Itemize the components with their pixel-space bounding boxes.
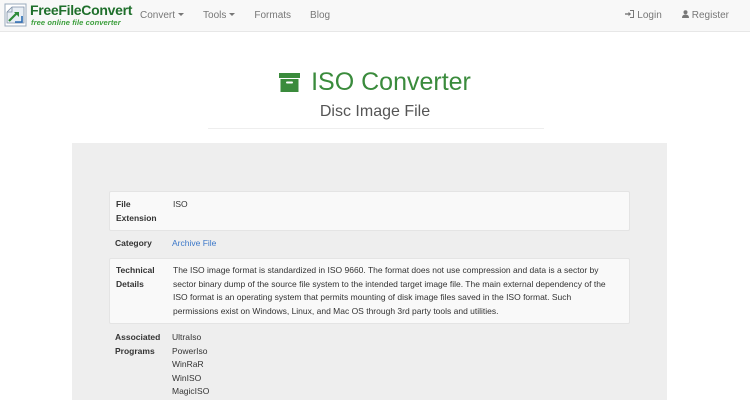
category-value: Archive File	[172, 237, 624, 251]
technical-line: sector binary dump of the source file sy…	[173, 278, 606, 289]
archive-box-icon	[279, 72, 301, 92]
category-archive-link[interactable]: Archive File	[172, 238, 216, 248]
programs-list: UltraIso PowerIso WinRaR WinISO MagicISO	[172, 331, 624, 399]
account-nav: Login Register	[605, 0, 729, 32]
programs-label: Associated Programs	[115, 331, 160, 358]
category-label: Category	[115, 238, 152, 248]
extension-value: ISO	[173, 199, 188, 209]
nav-blog-link[interactable]: Blog	[310, 0, 330, 32]
freefileconvert-logo-icon	[4, 3, 27, 27]
extension-label: File Extension	[116, 198, 157, 225]
nav-register-label: Register	[691, 10, 729, 21]
program-item: UltraIso	[172, 332, 202, 342]
technical-label: Technical Details	[116, 264, 155, 291]
programs-label-line1: Associated	[115, 332, 161, 342]
nav-login-link[interactable]: Login	[625, 0, 662, 32]
extension-label-line2: Extension	[116, 212, 157, 223]
nav-register-link[interactable]: Register	[681, 0, 729, 32]
nav-tools-label: Tools	[203, 10, 227, 21]
programs-label-line2: Programs	[115, 345, 155, 356]
nav-login-label: Login	[637, 10, 662, 21]
table-row-extension: File Extension ISO	[109, 191, 630, 231]
brand-logo-link[interactable]: FreeFileConvert free online file convert…	[4, 3, 132, 29]
nav-formats-link[interactable]: Formats	[254, 0, 291, 32]
table-row-category: Category Archive File	[109, 232, 630, 258]
page-header: ISO Converter	[0, 66, 750, 98]
program-item: WinISO	[172, 372, 202, 383]
table-row-programs: Associated Programs UltraIso PowerIso Wi…	[109, 325, 630, 405]
technical-line: ISO format is an operating system that p…	[173, 292, 572, 303]
navbar: FreeFileConvert free online file convert…	[0, 0, 750, 32]
technical-line: The ISO image format is standardized in …	[173, 265, 599, 275]
table-row-technical: Technical Details The ISO image format i…	[109, 258, 630, 324]
nav-convert-label: Convert	[140, 10, 176, 21]
header-divider	[208, 128, 544, 129]
brand-name: FreeFileConvert	[30, 2, 133, 18]
technical-label-line1: Technical	[116, 265, 155, 275]
page-subtitle: Disc Image File	[319, 103, 431, 120]
nav-tools-dropdown[interactable]: Tools	[203, 0, 236, 32]
technical-label-line2: Details	[116, 278, 144, 289]
sign-in-icon	[625, 10, 635, 19]
caret-down-icon	[229, 13, 236, 17]
brand-tagline: free online file converter	[31, 18, 121, 27]
technical-line: permissions exist on Windows, Linux, and…	[173, 305, 499, 316]
nav-convert-dropdown[interactable]: Convert	[140, 0, 185, 32]
extension-label-line1: File	[116, 199, 131, 209]
user-icon	[681, 10, 689, 19]
program-item: WinRaR	[172, 359, 204, 370]
technical-details-text: The ISO image format is standardized in …	[173, 264, 625, 318]
caret-down-icon	[178, 13, 185, 17]
page-title: ISO Converter	[311, 68, 471, 96]
program-item: MagicISO	[172, 386, 210, 397]
program-item: PowerIso	[172, 345, 208, 356]
main-nav: Convert Tools Formats Blog	[140, 0, 349, 32]
